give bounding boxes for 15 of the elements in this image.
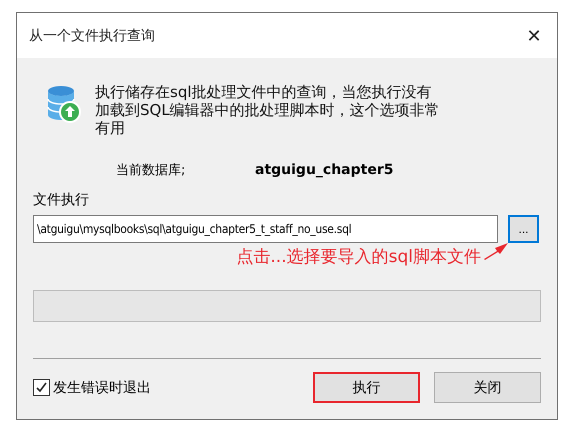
- window-title: 从一个文件执行查询: [29, 26, 155, 44]
- close-dialog-button[interactable]: 关闭: [434, 372, 541, 403]
- database-upload-icon: [47, 85, 81, 123]
- description-text: 执行储存在sql批处理文件中的查询，当您执行没有加载到SQL编辑器中的批处理脚本时，这个选项非常有用: [95, 83, 440, 137]
- close-button[interactable]: ✕: [511, 13, 557, 58]
- browse-button[interactable]: ...: [508, 215, 539, 243]
- annotation-arrow: [483, 242, 509, 260]
- checkbox-label: 发生错误时退出: [53, 378, 151, 396]
- file-path-field[interactable]: \atguigu\mysqlbooks\sql\atguigu_chapter5_t_staff_no_use.sql: [33, 215, 498, 243]
- current-database-value: atguigu_chapter5: [255, 162, 394, 178]
- checkbox[interactable]: [33, 379, 50, 396]
- file-label: 文件执行: [33, 191, 90, 209]
- current-database-label: 当前数据库;: [116, 162, 186, 179]
- annotation-text: 点击...选择要导入的sql脚本文件: [236, 246, 481, 268]
- execute-button[interactable]: 执行: [313, 372, 420, 403]
